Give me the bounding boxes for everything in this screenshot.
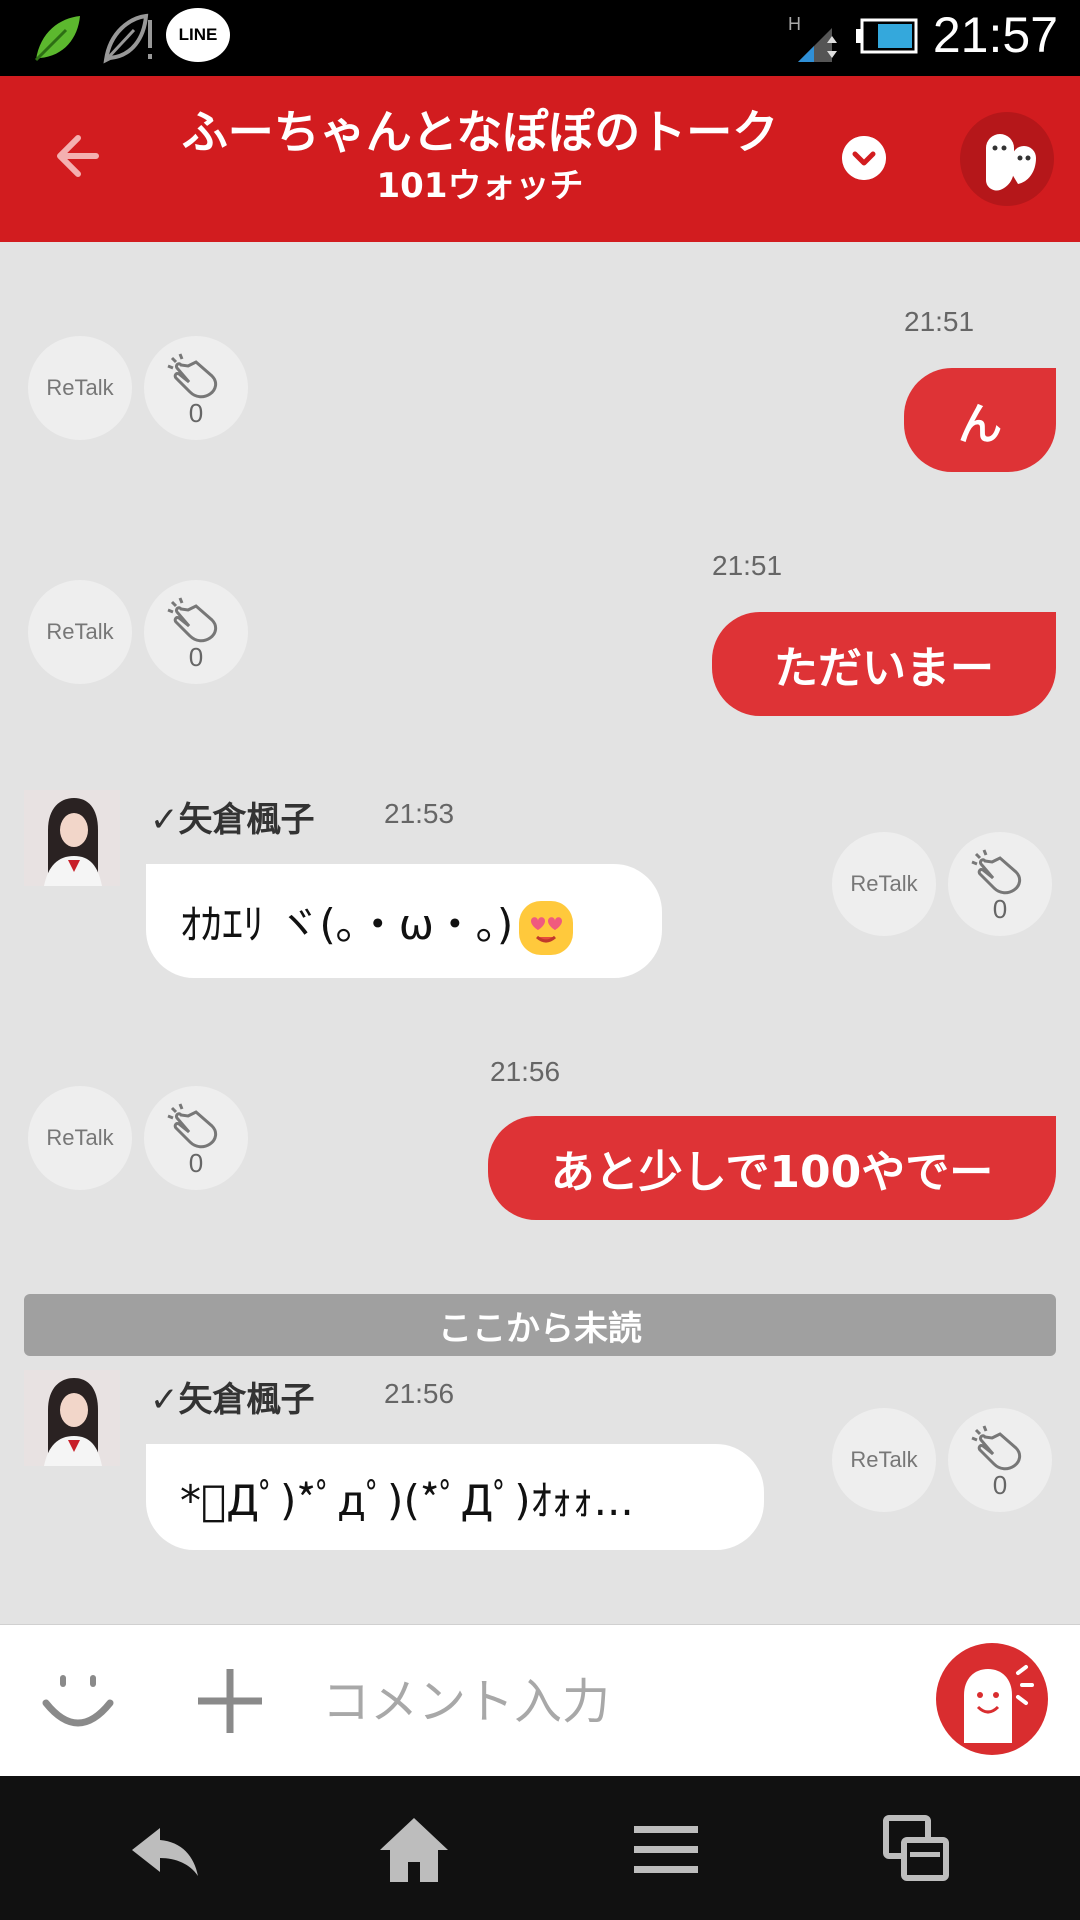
smiley-heart-eyes-icon xyxy=(519,901,574,955)
leaf-outline-icon xyxy=(103,13,152,64)
home-icon[interactable] xyxy=(374,1814,454,1884)
clap-button[interactable]: 0 xyxy=(144,1086,248,1190)
clap-hands-icon xyxy=(167,596,218,642)
clap-button[interactable]: 0 xyxy=(144,580,248,684)
menu-icon[interactable] xyxy=(626,1814,706,1884)
unread-divider: ここから未読 xyxy=(24,1294,1056,1356)
message-time: 21:53 xyxy=(384,798,455,829)
system-nav-bar xyxy=(0,1776,1080,1920)
sender-name: ✓️矢倉楓子 xyxy=(150,1380,315,1420)
retalk-button[interactable]: ReTalk xyxy=(28,1086,132,1190)
message-time: 21:51 xyxy=(712,550,783,581)
message-time: 21:51 xyxy=(904,306,975,337)
comment-bar xyxy=(0,1624,1080,1777)
message-bubble-outgoing[interactable]: ただいまー xyxy=(712,612,1056,716)
app-header: ふーちゃんとなぽぽのトーク 101ウォッチ xyxy=(0,76,1080,242)
message-time: 21:56 xyxy=(490,1056,561,1087)
message-bubble-outgoing[interactable]: あと少しで100やでー xyxy=(488,1116,1056,1220)
clap-count: 0 xyxy=(992,1469,1008,1500)
page-title: ふーちゃんとなぽぽのトーク xyxy=(181,105,779,159)
recent-apps-icon[interactable] xyxy=(876,1814,956,1884)
clap-button[interactable]: 0 xyxy=(144,336,248,440)
user-photo-icon xyxy=(24,790,120,886)
message-text: *ﾟДﾟ)*ﾟдﾟ)(*ﾟДﾟ)ｵｫｫ... xyxy=(180,1475,634,1525)
message-bubble-incoming[interactable]: ｵｶｴﾘ ヾ(｡・ω・｡) xyxy=(146,864,662,978)
back-icon[interactable] xyxy=(124,1814,204,1884)
message-time: 21:56 xyxy=(384,1378,455,1409)
user-photo-icon xyxy=(24,1370,120,1466)
ghost-mascot-icon xyxy=(986,134,1036,191)
message-text: ｵｶｴﾘ ヾ(｡・ω・｡) xyxy=(180,899,514,949)
signal-icon: H xyxy=(788,14,837,62)
clap-hands-icon xyxy=(971,1424,1022,1470)
sender-name: ✓️矢倉楓子 xyxy=(150,800,315,840)
clap-button[interactable]: 0 xyxy=(948,832,1052,936)
clap-count: 0 xyxy=(188,1147,204,1178)
clock: 21:57 xyxy=(932,7,1058,63)
shouting-mascot-icon xyxy=(964,1665,1034,1743)
comment-input[interactable] xyxy=(320,1665,904,1739)
status-bar: LINE H 21:57 xyxy=(0,0,1080,76)
retalk-button[interactable]: ReTalk xyxy=(832,832,936,936)
clap-hands-icon xyxy=(167,352,218,398)
avatar[interactable] xyxy=(24,790,120,886)
svg-text:H: H xyxy=(788,14,801,34)
back-arrow-button[interactable] xyxy=(52,126,112,186)
plus-icon[interactable] xyxy=(196,1667,264,1735)
avatar[interactable] xyxy=(24,1370,120,1466)
retalk-button[interactable]: ReTalk xyxy=(28,336,132,440)
smiley-icon[interactable] xyxy=(38,1667,118,1735)
clap-hands-icon xyxy=(971,848,1022,894)
battery-icon xyxy=(856,18,918,54)
clap-count: 0 xyxy=(992,893,1008,924)
line-icon: LINE xyxy=(166,8,230,62)
leaf-icon xyxy=(34,16,80,62)
clap-count: 0 xyxy=(188,397,204,428)
send-button[interactable] xyxy=(936,1643,1048,1755)
message-bubble-incoming[interactable]: *ﾟДﾟ)*ﾟдﾟ)(*ﾟДﾟ)ｵｫｫ... xyxy=(146,1444,764,1550)
clap-button[interactable]: 0 xyxy=(948,1408,1052,1512)
clap-count: 0 xyxy=(188,641,204,672)
retalk-button[interactable]: ReTalk xyxy=(832,1408,936,1512)
message-bubble-outgoing[interactable]: ん xyxy=(904,368,1056,472)
mascot-menu-button[interactable] xyxy=(960,112,1054,206)
page-subtitle: 101ウォッチ xyxy=(376,166,584,206)
chevron-down-icon[interactable] xyxy=(842,136,886,180)
clap-hands-icon xyxy=(167,1102,218,1148)
retalk-button[interactable]: ReTalk xyxy=(28,580,132,684)
